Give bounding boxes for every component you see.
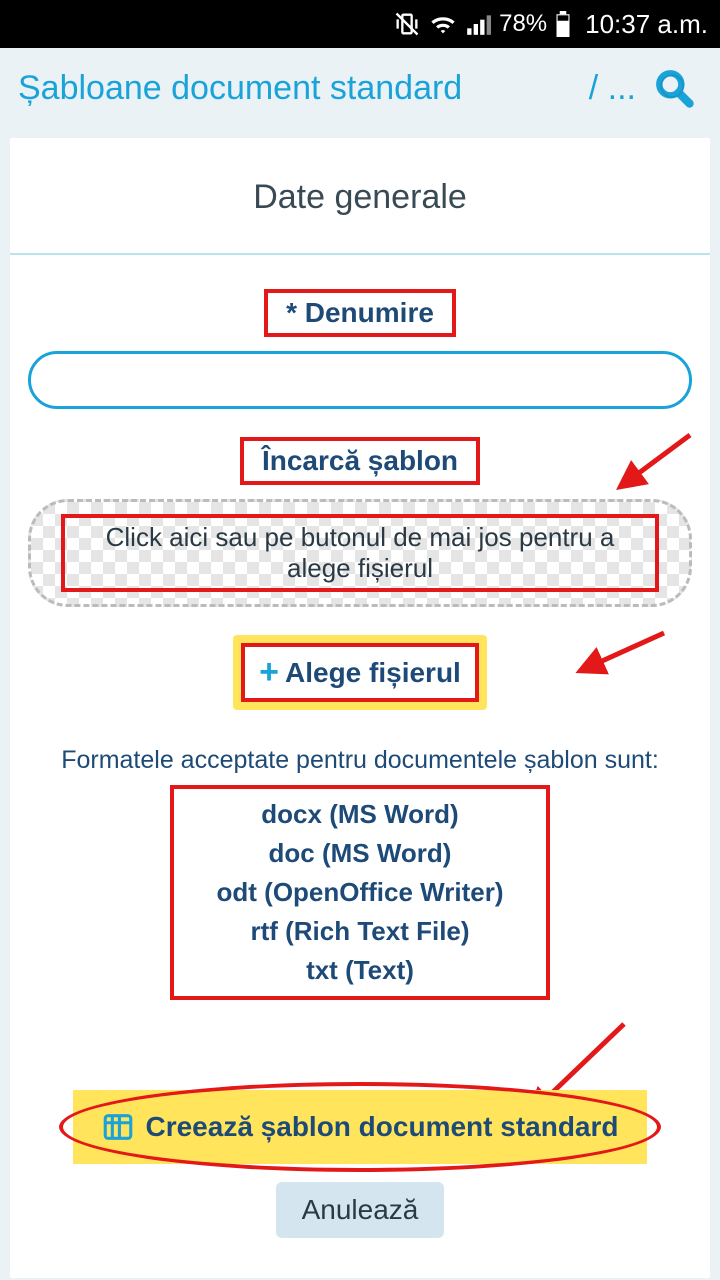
battery-percent: 78% [499,10,547,38]
name-label: * Denumire [264,289,456,337]
search-button[interactable] [646,60,702,116]
battery-icon [555,11,571,37]
format-item: txt (Text) [178,951,542,990]
cancel-button[interactable]: Anulează [276,1182,445,1238]
section-title: Date generale [28,178,692,217]
vibrate-off-icon [393,10,421,38]
formats-list: docx (MS Word) doc (MS Word) odt (OpenOf… [170,785,550,1000]
choose-file-button[interactable]: + Alege fișierul [241,643,479,702]
format-item: rtf (Rich Text File) [178,912,542,951]
page-title[interactable]: Șabloane document standard [18,69,579,108]
name-input[interactable] [28,351,692,409]
status-bar: 78% 10:37 a.m. [0,0,720,48]
plus-icon: + [259,653,279,692]
formats-intro: Formatele acceptate pentru documentele ș… [28,746,692,775]
app-header: Șabloane document standard / ... [0,48,720,128]
annotation-arrow-icon [568,627,668,687]
format-item: odt (OpenOffice Writer) [178,873,542,912]
search-icon [652,66,696,110]
wifi-icon [429,10,457,38]
clock: 10:37 a.m. [585,9,708,40]
form-card: Date generale * Denumire Încarcă șablon … [10,138,710,1278]
document-icon [101,1110,135,1144]
signal-icon [465,11,491,37]
divider [10,253,710,255]
required-mark: * [286,297,297,328]
file-dropzone[interactable]: Click aici sau pe butonul de mai jos pen… [28,499,692,607]
dropzone-text: Click aici sau pe butonul de mai jos pen… [61,514,659,592]
format-item: doc (MS Word) [178,834,542,873]
upload-label: Încarcă șablon [240,437,480,485]
create-template-button[interactable]: Creează șablon document standard [73,1090,646,1164]
breadcrumb[interactable]: / ... [589,69,636,108]
format-item: docx (MS Word) [178,795,542,834]
